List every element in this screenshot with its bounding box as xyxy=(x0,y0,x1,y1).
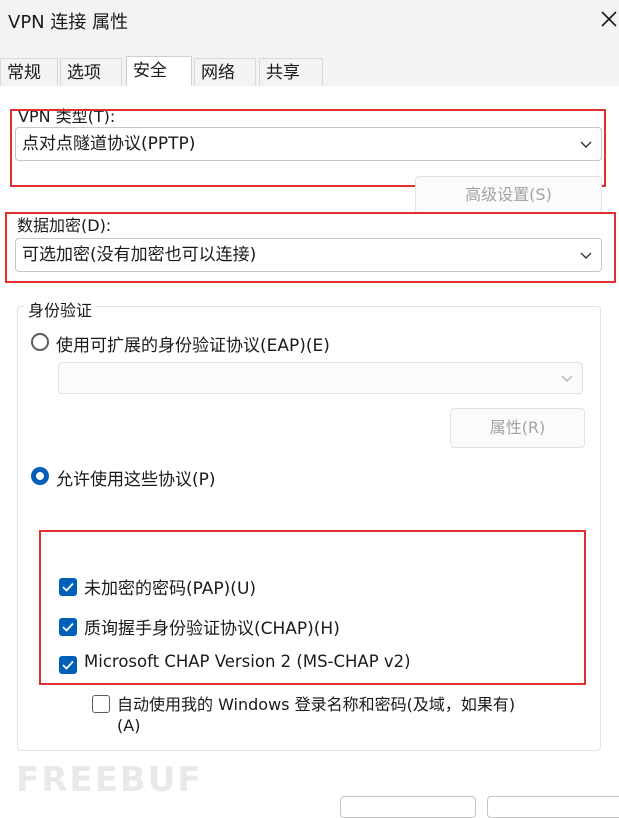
allow-protocols-label: 允许使用这些协议(P) xyxy=(56,470,216,490)
eap-radio-label: 使用可扩展的身份验证协议(EAP)(E) xyxy=(56,336,330,356)
window-title: VPN 连接 属性 xyxy=(8,12,129,33)
eap-select[interactable] xyxy=(58,362,583,394)
auto-login-checkbox[interactable] xyxy=(92,695,110,713)
highlight-box-protocols xyxy=(39,530,586,685)
tab-networking[interactable]: 网络 xyxy=(194,58,256,86)
auth-group-label: 身份验证 xyxy=(24,297,97,321)
eap-radio[interactable] xyxy=(31,333,49,351)
advanced-settings-button[interactable]: 高级设置(S) xyxy=(415,176,602,214)
tab-general[interactable]: 常规 xyxy=(0,58,58,86)
ok-button[interactable] xyxy=(340,796,476,818)
allow-protocols-radio[interactable] xyxy=(31,467,49,485)
cancel-button[interactable] xyxy=(487,796,619,818)
eap-properties-button[interactable]: 属性(R) xyxy=(450,408,585,448)
watermark-logo: FREEBUF xyxy=(16,760,203,800)
tab-security[interactable]: 安全 xyxy=(126,56,192,87)
close-icon[interactable] xyxy=(598,8,619,30)
tab-sharing[interactable]: 共享 xyxy=(259,58,323,86)
tab-options[interactable]: 选项 xyxy=(60,58,122,86)
chevron-down-icon xyxy=(561,375,573,382)
auto-login-label-line1: 自动使用我的 Windows 登录名称和密码(及域，如果有) xyxy=(117,695,516,714)
highlight-box-encryption xyxy=(5,212,616,283)
auto-login-label-line2: (A) xyxy=(117,716,141,735)
